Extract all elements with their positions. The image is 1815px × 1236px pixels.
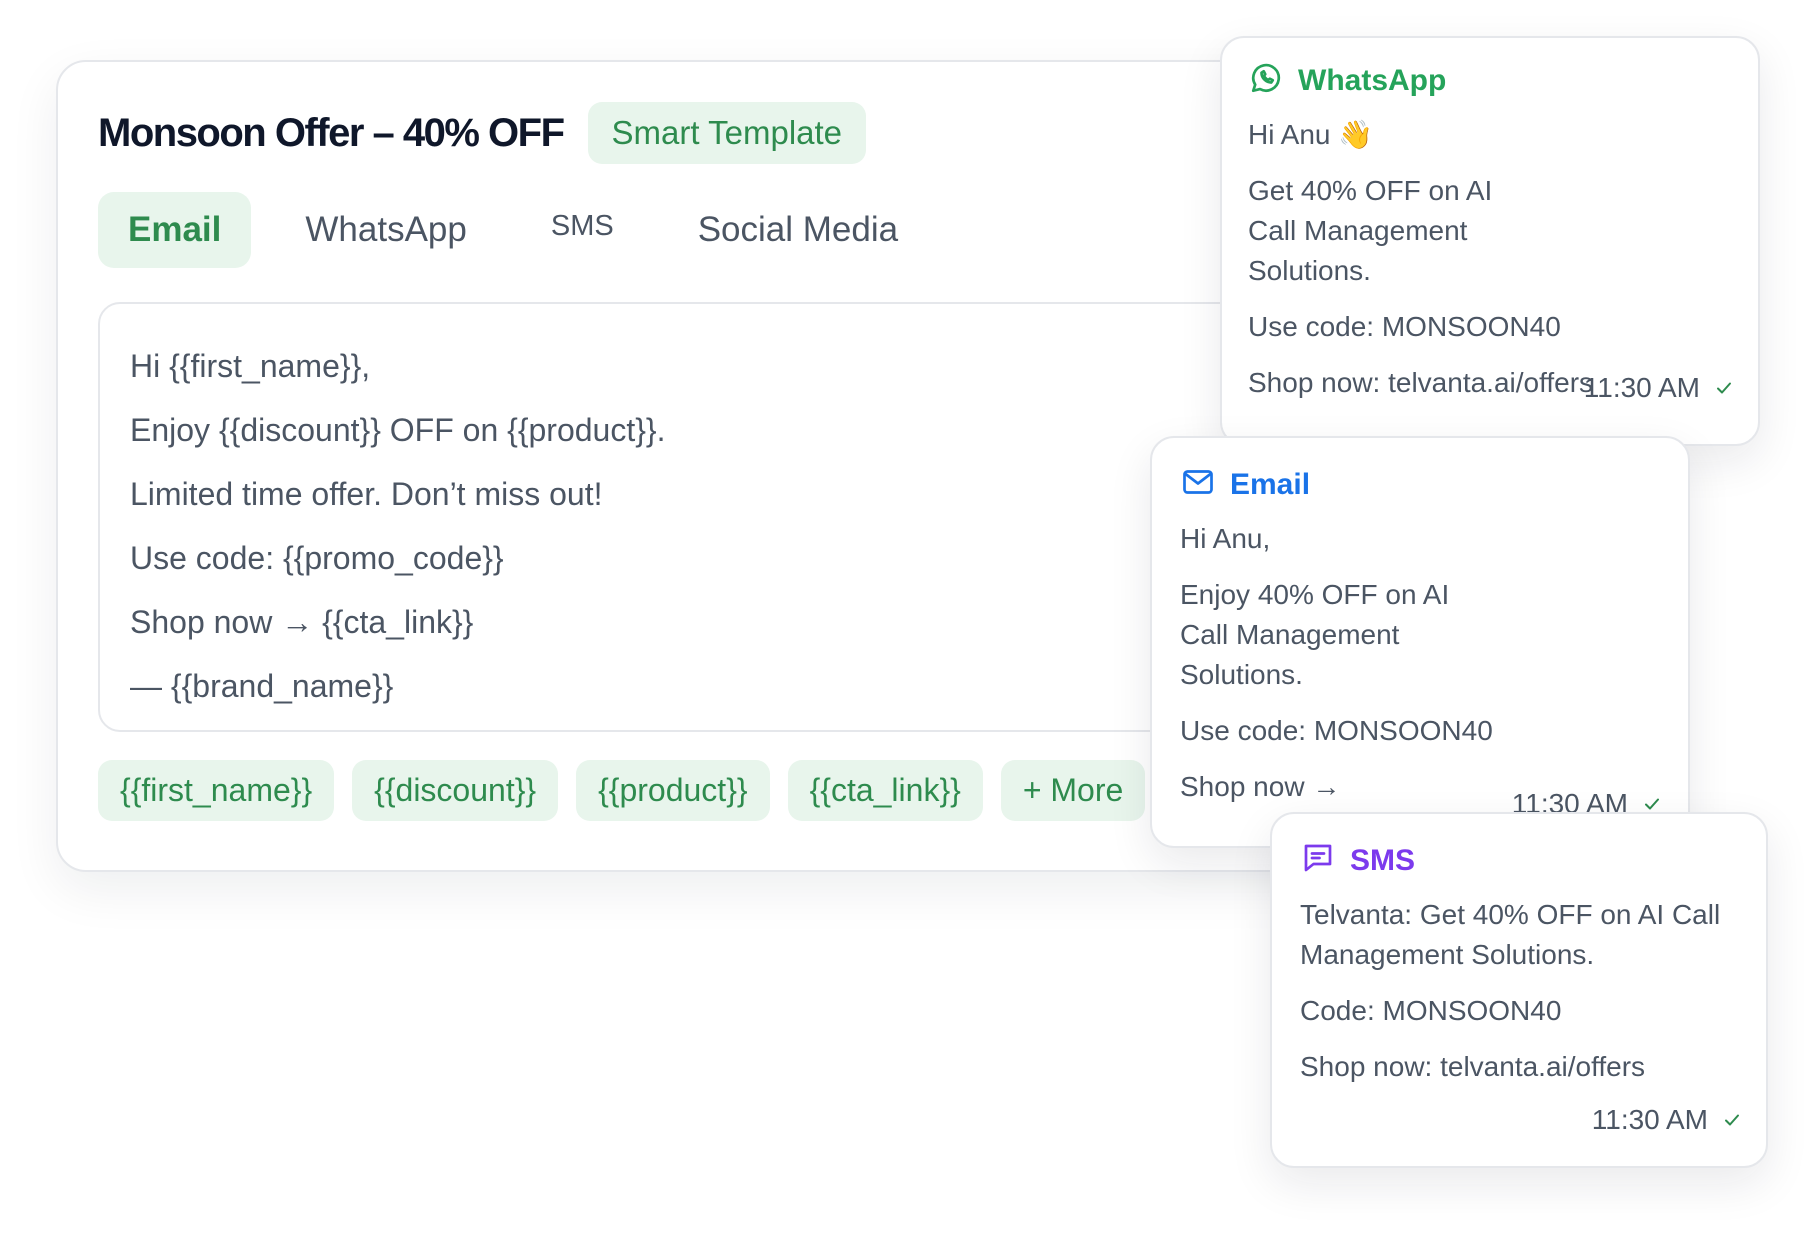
sms-link: Shop now: telvanta.ai/offers xyxy=(1300,1051,1646,1082)
check-icon xyxy=(1717,382,1731,394)
smart-template-badge: Smart Template xyxy=(587,102,867,164)
channel-tabs: Email WhatsApp SMS Social Media xyxy=(98,192,952,268)
timestamp-text: 11:30 AM xyxy=(1583,372,1700,403)
whatsapp-icon xyxy=(1248,60,1284,101)
tab-email[interactable]: Email xyxy=(98,192,252,268)
tab-sms[interactable]: SMS xyxy=(521,192,644,261)
whatsapp-code: Use code: MONSOON40 xyxy=(1248,311,1561,342)
check-icon xyxy=(1725,1114,1739,1126)
email-preview-header: Email xyxy=(1180,464,1660,505)
tab-whatsapp[interactable]: WhatsApp xyxy=(275,192,496,268)
sms-preview-label: SMS xyxy=(1350,843,1416,877)
email-preview-label: Email xyxy=(1230,467,1311,501)
title-row: Monsoon Offer – 40% OFF Smart Template xyxy=(98,102,867,164)
email-greeting: Hi Anu, xyxy=(1180,523,1271,554)
whatsapp-preview-label: WhatsApp xyxy=(1298,63,1447,97)
sms-timestamp: 11:30 AM xyxy=(1592,1104,1742,1136)
whatsapp-preview-header: WhatsApp xyxy=(1248,60,1732,101)
whatsapp-preview-card: WhatsApp Hi Anu 👋 Get 40% OFF on AI Call… xyxy=(1220,36,1760,446)
sms-preview-header: SMS xyxy=(1300,840,1738,881)
sms-code: Code: MONSOON40 xyxy=(1300,995,1562,1026)
variable-chips: {{first_name}} {{discount}} {{product}} … xyxy=(98,760,1146,821)
timestamp-text: 11:30 AM xyxy=(1591,1104,1708,1135)
sms-body: Telvanta: Get 40% OFF on AI Call Managem… xyxy=(1300,899,1721,970)
message-line: Enjoy {{discount}} OFF on {{product}}. xyxy=(130,412,666,448)
whatsapp-timestamp: 11:30 AM xyxy=(1584,372,1734,404)
template-title: Monsoon Offer – 40% OFF xyxy=(98,110,565,155)
sms-preview-card: SMS Telvanta: Get 40% OFF on AI Call Man… xyxy=(1270,812,1768,1168)
email-body: Enjoy 40% OFF on AI Call Management Solu… xyxy=(1180,579,1450,690)
chip-cta-link[interactable]: {{cta_link}} xyxy=(787,760,983,821)
mail-icon xyxy=(1180,464,1216,505)
stage: Monsoon Offer – 40% OFF Smart Template E… xyxy=(0,0,1815,1236)
chip-product[interactable]: {{product}} xyxy=(576,760,770,821)
chip-discount[interactable]: {{discount}} xyxy=(352,760,559,821)
message-line: Shop now → {{cta_link}} xyxy=(130,604,474,640)
message-line: Limited time offer. Don’t miss out! xyxy=(130,476,603,512)
check-icon xyxy=(1645,798,1659,810)
message-line: — {{brand_name}} xyxy=(130,668,394,704)
chip-more[interactable]: + More xyxy=(1000,760,1146,821)
tab-social-media[interactable]: Social Media xyxy=(668,192,928,268)
message-line: Hi {{first_name}}, xyxy=(130,348,371,384)
email-preview-card: Email Hi Anu, Enjoy 40% OFF on AI Call M… xyxy=(1150,436,1690,848)
whatsapp-body: Get 40% OFF on AI Call Management Soluti… xyxy=(1248,175,1493,286)
message-icon xyxy=(1300,840,1336,881)
whatsapp-greeting: Hi Anu 👋 xyxy=(1248,119,1374,150)
email-code: Use code: MONSOON40 xyxy=(1180,715,1493,746)
chip-first-name[interactable]: {{first_name}} xyxy=(98,760,335,821)
message-line: Use code: {{promo_code}} xyxy=(130,540,504,576)
